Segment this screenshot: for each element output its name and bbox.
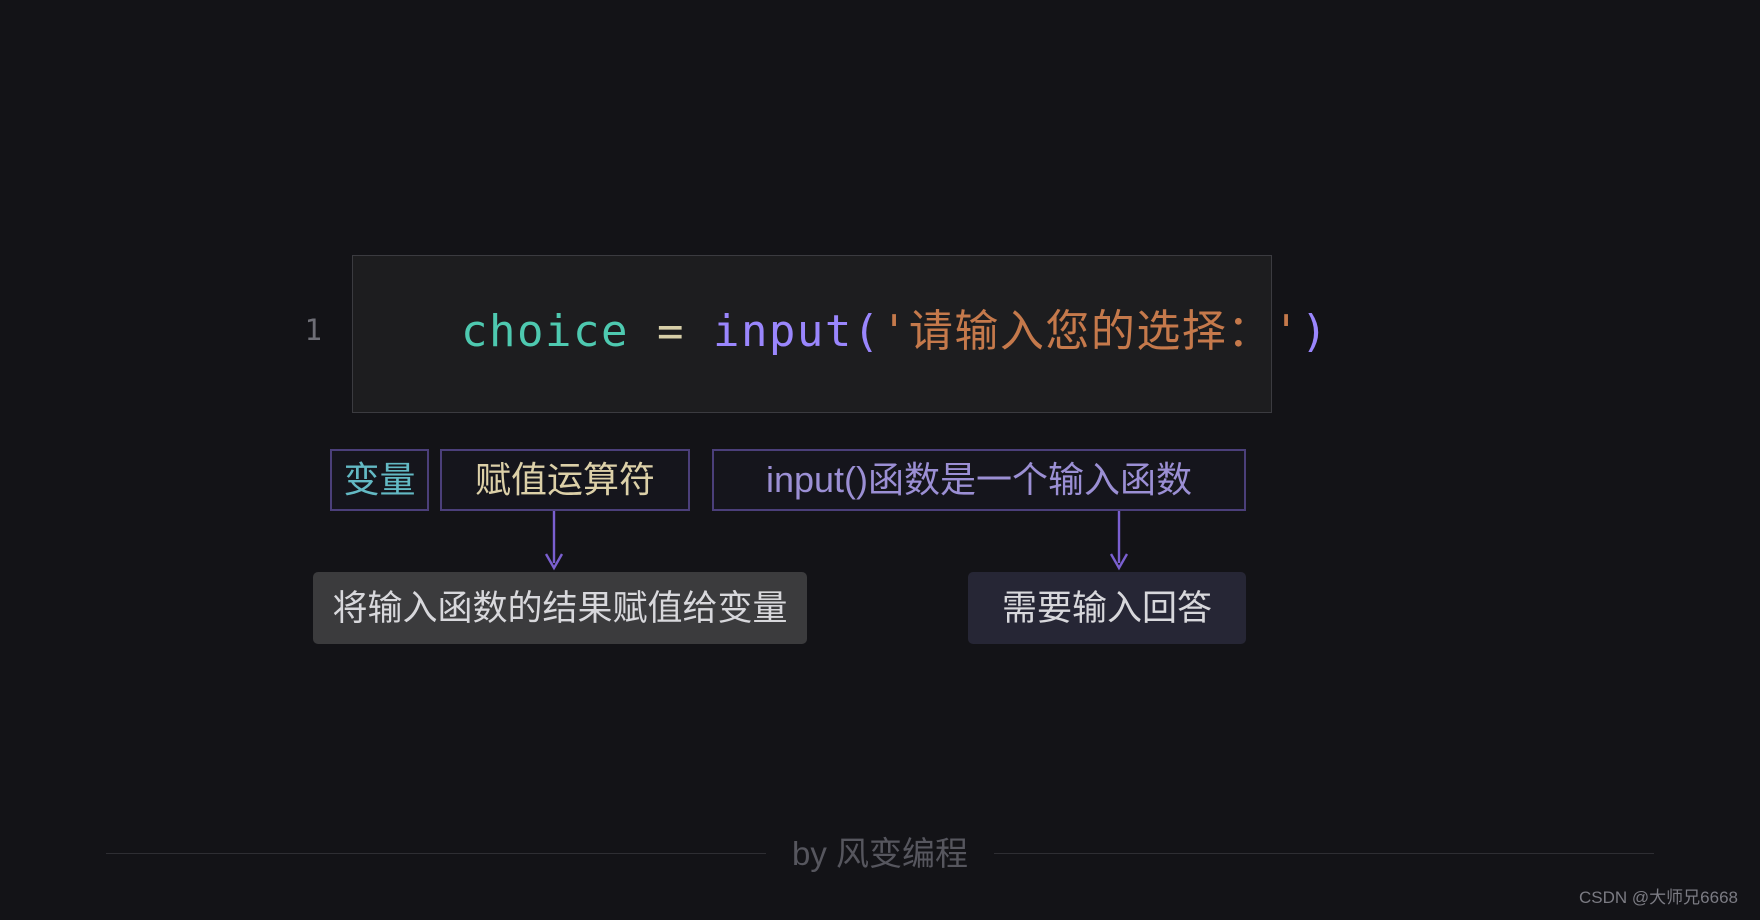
footer-attribution: by 风变编程 bbox=[791, 834, 969, 872]
arrow-down-icon-assignment bbox=[544, 511, 564, 571]
arrow-down-icon-input bbox=[1109, 511, 1129, 571]
annotation-label-input-function: input()函数是一个输入函数 bbox=[712, 449, 1246, 511]
code-line: choice = input('请输入您的选择：') bbox=[461, 304, 1329, 360]
annotation-label-assignment-operator: 赋值运算符 bbox=[440, 449, 690, 511]
code-token-space-2 bbox=[685, 306, 713, 357]
code-token-operator: = bbox=[656, 306, 685, 357]
annotation-label-variable: 变量 bbox=[330, 449, 429, 511]
code-block: 1 choice = input('请输入您的选择：') bbox=[278, 255, 1327, 415]
code-token-open-paren: ( bbox=[852, 306, 881, 357]
code-token-function: input bbox=[712, 306, 853, 357]
footer-divider-left bbox=[105, 852, 766, 854]
footer: by 风变编程 bbox=[0, 828, 1760, 878]
footer-divider-right bbox=[994, 852, 1655, 854]
code-token-space-1 bbox=[629, 306, 657, 357]
code-token-string: '请输入您的选择：' bbox=[880, 306, 1301, 357]
code-line-number: 1 bbox=[304, 313, 322, 347]
watermark-text: CSDN @大师兄6668 bbox=[1579, 888, 1738, 907]
annotation-description-assignment: 将输入函数的结果赋值给变量 bbox=[313, 572, 807, 644]
code-token-variable: choice bbox=[461, 306, 629, 357]
code-token-close-paren: ) bbox=[1300, 306, 1329, 357]
code-panel[interactable]: choice = input('请输入您的选择：') bbox=[352, 255, 1327, 413]
annotation-description-input: 需要输入回答 bbox=[968, 572, 1246, 644]
